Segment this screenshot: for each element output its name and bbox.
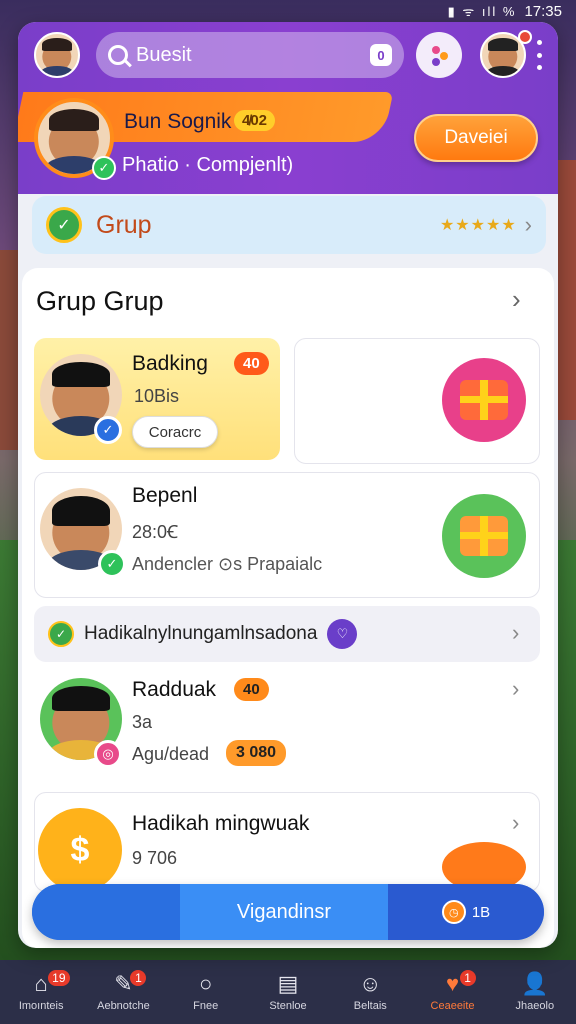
notification-dot-icon [518, 30, 532, 44]
nav-item-document[interactable]: ▤ Stenloe [253, 971, 323, 1012]
amount-badge: 3 080 [226, 740, 287, 766]
action-count: 1B [471, 903, 491, 921]
action-right-segment[interactable]: ◷ 1B [388, 884, 544, 940]
nav-label: Fnee [193, 1000, 219, 1012]
check-icon: ✓ [94, 416, 122, 444]
gift-icon [442, 358, 526, 442]
check-icon: ✓ [48, 621, 74, 647]
more-options-icon[interactable] [537, 40, 543, 70]
nav-badge: 1 [457, 968, 478, 988]
nav-item-profile[interactable]: 👤 Jhaeolo [500, 971, 570, 1012]
nav-item-group[interactable]: ☺ Beltais [335, 971, 405, 1012]
chevron-right-icon[interactable]: › [512, 676, 519, 702]
contact-button[interactable]: Coracrc [132, 416, 218, 448]
item-sub: 3a [132, 712, 153, 732]
challenge-text: Hadikalnylnungamlnsadona [84, 623, 318, 644]
avatar[interactable] [34, 32, 80, 78]
gift-icon [442, 494, 526, 578]
chevron-right-icon[interactable]: › [512, 284, 521, 315]
camera-icon: ◎ [94, 740, 122, 768]
nav-item-free[interactable]: ○ Fnee [171, 971, 241, 1012]
item-desc: Andencler ⊙s Prapaialc [132, 554, 323, 574]
circle-icon: ○ [199, 971, 213, 996]
item-hat [52, 496, 110, 526]
bottom-action-bar[interactable]: Vigandinsr ◷ 1B [32, 884, 544, 940]
chevron-right-icon: › [512, 620, 520, 645]
user-subtitle: Phatio · Compjenlt) [122, 154, 294, 176]
item-desc: Agu/dead [132, 744, 210, 764]
item-sub: 9 706 [132, 848, 178, 868]
user-hair [48, 109, 100, 131]
nav-label: Jhaeolo [515, 1000, 555, 1012]
item-name: Bepenl [132, 484, 198, 507]
item-name: Hadikah mingwuak [132, 812, 310, 835]
timer-icon: ◷ [441, 900, 466, 924]
grup-icon: ✓ [46, 207, 82, 243]
featured-badge: 40 [234, 352, 269, 375]
panel-title: Grup Grup [36, 286, 164, 316]
scan-icon[interactable]: 0 [370, 44, 392, 66]
grup-label: Grup [96, 210, 152, 239]
grup-banner[interactable]: ✓ Grup ★★★★★ › [32, 196, 546, 254]
item-name: Radduak [132, 678, 217, 701]
document-icon: ▤ [277, 971, 299, 996]
nav-label: Ceaeeite [430, 1000, 475, 1012]
user-name: Bun Sognik [124, 110, 232, 133]
check-icon: ✓ [98, 550, 126, 578]
nav-badge: 19 [46, 968, 72, 988]
featured-name: Badking [132, 352, 208, 375]
detail-button[interactable]: Daveiei [414, 114, 538, 162]
apps-button[interactable] [416, 32, 462, 78]
chevron-right-icon[interactable]: › [512, 810, 519, 836]
item-badge: 40 [234, 678, 269, 701]
rating-stars-icon: ★★★★★ [439, 217, 517, 234]
avatar-hair [42, 38, 72, 51]
search-placeholder: Buesit [136, 43, 192, 66]
user-level-badge: 4̸02 [234, 110, 276, 131]
nav-label: Stenloe [269, 1000, 307, 1012]
search-input[interactable]: Buesit 0 [96, 32, 404, 78]
nav-badge: 1 [128, 968, 149, 988]
status-time: 17:35 [524, 2, 562, 20]
featured-sub: 10Bis [134, 386, 180, 406]
featured-hair [52, 362, 110, 387]
nav-item-home[interactable]: 19 ⌂ Imoınteis [6, 968, 76, 1012]
item-sub: 28:0Ꞓ [132, 522, 179, 542]
group-icon: ☺ [359, 971, 382, 996]
status-icons: ▮ ᯤ ıll % [447, 4, 517, 19]
profile-hat [488, 38, 518, 51]
bottom-navigation: 19 ⌂ Imoınteis 1 ✎ Aebnotche ○ Fnee ▤ St… [0, 960, 576, 1024]
action-main-button[interactable]: Vigandinsr [180, 884, 388, 940]
apps-dot-icon [440, 52, 448, 60]
person-icon: 👤 [521, 971, 549, 996]
apps-dot-icon [432, 58, 440, 66]
nav-item-notes[interactable]: 1 ✎ Aebnotche [88, 968, 158, 1012]
action-left-segment[interactable] [32, 884, 180, 940]
chevron-right-icon: › [524, 212, 532, 237]
search-icon [108, 45, 128, 65]
status-bar: ▮ ᯤ ıll % 17:35 [0, 0, 576, 22]
nav-label: Aebnotche [97, 1000, 150, 1012]
apps-dot-icon [432, 46, 440, 54]
heart-icon: ♡ [327, 619, 358, 649]
nav-label: Beltais [353, 1000, 387, 1012]
verified-icon: ✓ [92, 156, 116, 180]
coin-icon: $ [38, 808, 122, 892]
nav-label: Imoınteis [18, 1000, 64, 1012]
nav-item-favorite[interactable]: 1 ♥ Ceaeeite [418, 968, 488, 1012]
challenge-bar[interactable]: ✓ Hadikalnylnungamlnsadona ♡ [34, 606, 540, 662]
item-hair [52, 686, 110, 711]
app-window: Buesit 0 ✓ Bun Sognik 4̸02 Phatio · Comp… [18, 22, 558, 948]
